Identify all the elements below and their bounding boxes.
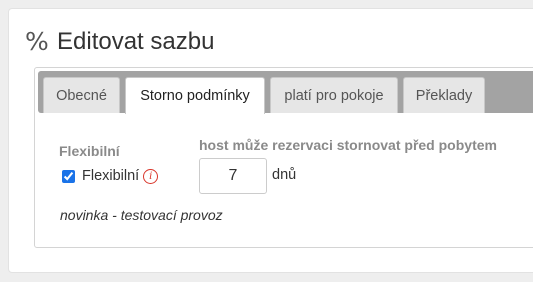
- tab-cancellation[interactable]: Storno podmínky: [125, 77, 265, 114]
- days-unit-label: dnů: [272, 167, 297, 183]
- status-note: novinka - testovací provoz: [60, 207, 223, 223]
- flexible-heading: Flexibilní: [59, 143, 120, 159]
- cancel-before-stay-heading: host může rezervaci stornovat před pobyt…: [199, 137, 497, 153]
- page-header: % Editovat sazbu: [25, 27, 214, 57]
- days-input[interactable]: [199, 158, 267, 194]
- flexible-checkbox[interactable]: [62, 169, 75, 183]
- percent-icon: %: [25, 27, 49, 56]
- info-icon[interactable]: i: [143, 168, 159, 184]
- tab-translations[interactable]: Překlady: [403, 77, 485, 113]
- page-title: Editovat sazbu: [57, 28, 215, 55]
- tab-rooms[interactable]: platí pro pokoje: [270, 77, 398, 113]
- flexible-checkbox-row: Flexibilní i: [62, 166, 159, 186]
- flexible-checkbox-label[interactable]: Flexibilní: [82, 168, 139, 184]
- tab-general[interactable]: Obecné: [43, 77, 120, 113]
- tab-strip: Obecné Storno podmínky platí pro pokoje …: [38, 71, 533, 114]
